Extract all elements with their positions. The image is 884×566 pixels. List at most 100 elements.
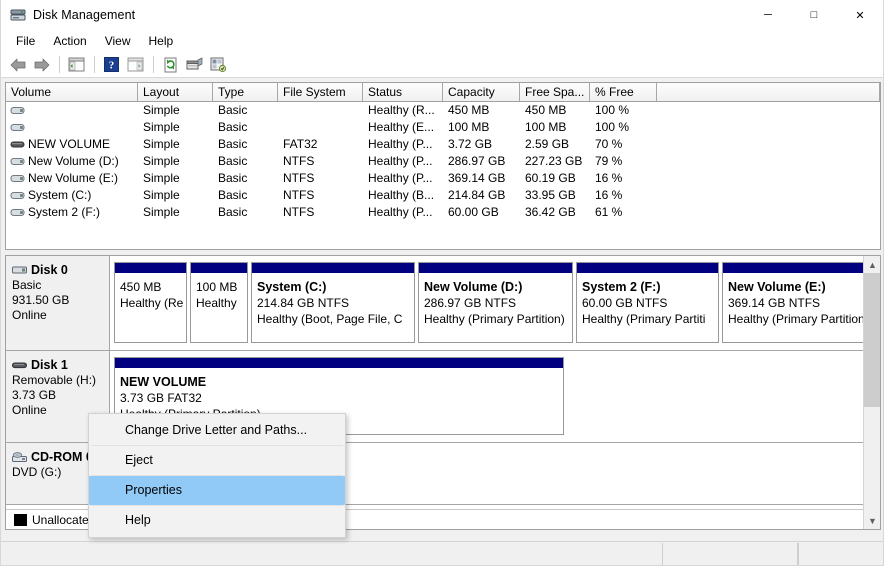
cell-file-system: FAT32 — [283, 137, 318, 151]
help-icon[interactable]: ? — [100, 54, 123, 76]
cell-volume: New Volume (D:) — [6, 153, 138, 170]
cell-status: Healthy (P... — [368, 205, 433, 219]
window-title: Disk Management — [33, 7, 136, 22]
cell-capacity: 214.84 GB — [448, 188, 506, 202]
cell-layout: Simple — [143, 103, 180, 117]
close-button[interactable]: ✕ — [837, 0, 883, 30]
cell-status: Healthy (P... — [368, 137, 433, 151]
forward-icon[interactable] — [30, 54, 53, 76]
disk-management-window: Disk Management ─ □ ✕ File Action View H… — [0, 0, 884, 566]
cell-file-system: NTFS — [283, 205, 315, 219]
partition-body: New Volume (E:) 369.14 GB NTFS Healthy (… — [723, 274, 863, 327]
column-header-filler[interactable] — [657, 83, 880, 101]
properties-icon[interactable] — [207, 54, 230, 76]
partition-block[interactable]: New Volume (E:) 369.14 GB NTFS Healthy (… — [722, 262, 863, 343]
menu-action[interactable]: Action — [44, 31, 95, 51]
column-header-type[interactable]: Type — [213, 83, 278, 101]
partition-status: Healthy (Primary Partition) — [424, 312, 565, 326]
cell-percent-free: 100 % — [595, 120, 630, 134]
partition-block[interactable]: 450 MB Healthy (Re — [114, 262, 187, 343]
volume-list-pane: Volume Layout Type File System Status Ca… — [5, 82, 881, 250]
partition-status: Healthy (Primary Partition) — [728, 312, 863, 326]
table-row[interactable]: System 2 (F:) Simple Basic NTFS Healthy … — [6, 204, 880, 221]
graphical-view-scrollbar[interactable]: ▲ ▼ — [863, 256, 880, 529]
disk-capacity: 3.73 GB — [12, 388, 57, 402]
column-header-file-system[interactable]: File System — [278, 83, 363, 101]
partition-size: 3.73 GB FAT32 — [120, 391, 202, 405]
context-menu-item-help[interactable]: Help — [89, 506, 345, 535]
menu-file[interactable]: File — [7, 31, 44, 51]
table-row[interactable]: Simple Basic Healthy (R... 450 MB 450 MB… — [6, 102, 880, 119]
drive-icon — [10, 189, 26, 202]
partition-color-bar — [115, 263, 186, 274]
cell-percent-free: 79 % — [595, 154, 623, 168]
drive-icon — [10, 121, 26, 134]
cell-file-system: NTFS — [283, 171, 315, 185]
scrollbar-thumb[interactable] — [864, 273, 880, 407]
toolbar-separator — [59, 56, 60, 73]
context-menu-item-change-drive-letter[interactable]: Change Drive Letter and Paths... — [89, 416, 345, 445]
cell-volume — [6, 119, 138, 136]
cdrom-icon — [12, 451, 29, 463]
partition-body: 450 MB Healthy (Re — [115, 274, 186, 311]
table-row[interactable]: New Volume (E:) Simple Basic NTFS Health… — [6, 170, 880, 187]
menu-help[interactable]: Help — [140, 31, 183, 51]
partition-status: Healthy (Primary Partiti — [582, 312, 706, 326]
partition-block[interactable]: System 2 (F:) 60.00 GB NTFS Healthy (Pri… — [576, 262, 719, 343]
context-menu-item-eject[interactable]: Eject — [89, 446, 345, 475]
cell-layout: Simple — [143, 188, 180, 202]
context-menu-item-properties[interactable]: Properties — [89, 476, 345, 505]
cell-file-system — [278, 102, 363, 119]
table-row[interactable]: New Volume (D:) Simple Basic NTFS Health… — [6, 153, 880, 170]
disk-capacity: 931.50 GB — [12, 293, 70, 307]
disk-name: Disk 0 — [31, 263, 68, 277]
toolbar-separator — [153, 56, 154, 73]
partition-block[interactable]: New Volume (D:) 286.97 GB NTFS Healthy (… — [418, 262, 573, 343]
column-header-free-space[interactable]: Free Spa... — [520, 83, 590, 101]
partition-block[interactable]: 100 MB Healthy — [190, 262, 248, 343]
table-row[interactable]: System (C:) Simple Basic NTFS Healthy (B… — [6, 187, 880, 204]
disk-info-disk0[interactable]: Disk 0 Basic 931.50 GB Online — [6, 256, 110, 350]
volume-list-header: Volume Layout Type File System Status Ca… — [6, 83, 880, 102]
rescan-disks-icon[interactable] — [183, 54, 206, 76]
partition-color-bar — [115, 358, 563, 369]
drive-icon — [10, 155, 26, 168]
column-header-status[interactable]: Status — [363, 83, 443, 101]
column-header-capacity[interactable]: Capacity — [443, 83, 520, 101]
table-row[interactable]: NEW VOLUME Simple Basic FAT32 Healthy (P… — [6, 136, 880, 153]
cell-capacity: 369.14 GB — [448, 171, 506, 185]
menu-view[interactable]: View — [96, 31, 140, 51]
disk-title-disk1: Disk 1 — [12, 358, 109, 372]
show-hide-action-pane-icon[interactable] — [124, 54, 147, 76]
scroll-down-icon[interactable]: ▼ — [864, 512, 880, 529]
title-bar: Disk Management ─ □ ✕ — [1, 0, 883, 30]
partition-body: 100 MB Healthy — [191, 274, 247, 311]
table-row[interactable]: Simple Basic Healthy (E... 100 MB 100 MB… — [6, 119, 880, 136]
cell-free-space: 33.95 GB — [525, 188, 576, 202]
scroll-up-icon[interactable]: ▲ — [864, 256, 880, 273]
column-header-layout[interactable]: Layout — [138, 83, 213, 101]
column-header-percent-free[interactable]: % Free — [590, 83, 657, 101]
maximize-button[interactable]: □ — [791, 0, 837, 30]
disk-name: Disk 1 — [31, 358, 68, 372]
status-segment-2 — [663, 542, 798, 565]
disk-status: Online — [12, 308, 47, 322]
partition-body: System 2 (F:) 60.00 GB NTFS Healthy (Pri… — [577, 274, 718, 327]
show-hide-console-tree-icon[interactable] — [65, 54, 88, 76]
drive-icon — [10, 172, 26, 185]
cell-percent-free: 16 % — [595, 188, 623, 202]
partition-size: 369.14 GB NTFS — [728, 296, 821, 310]
cell-status: Healthy (B... — [368, 188, 435, 202]
cell-type: Basic — [218, 154, 248, 168]
toolbar-separator — [94, 56, 95, 73]
column-header-volume[interactable]: Volume — [6, 83, 138, 101]
cell-volume: NEW VOLUME — [6, 136, 138, 153]
removable-drive-icon — [10, 138, 26, 151]
partition-block[interactable]: System (C:) 214.84 GB NTFS Healthy (Boot… — [251, 262, 415, 343]
disk-row-disk0[interactable]: Disk 0 Basic 931.50 GB Online 450 MB Hea… — [6, 256, 863, 351]
back-icon[interactable] — [6, 54, 29, 76]
cell-type: Basic — [218, 103, 248, 117]
refresh-icon[interactable] — [159, 54, 182, 76]
disk-name: CD-ROM 0 — [31, 450, 93, 464]
minimize-button[interactable]: ─ — [745, 0, 791, 30]
